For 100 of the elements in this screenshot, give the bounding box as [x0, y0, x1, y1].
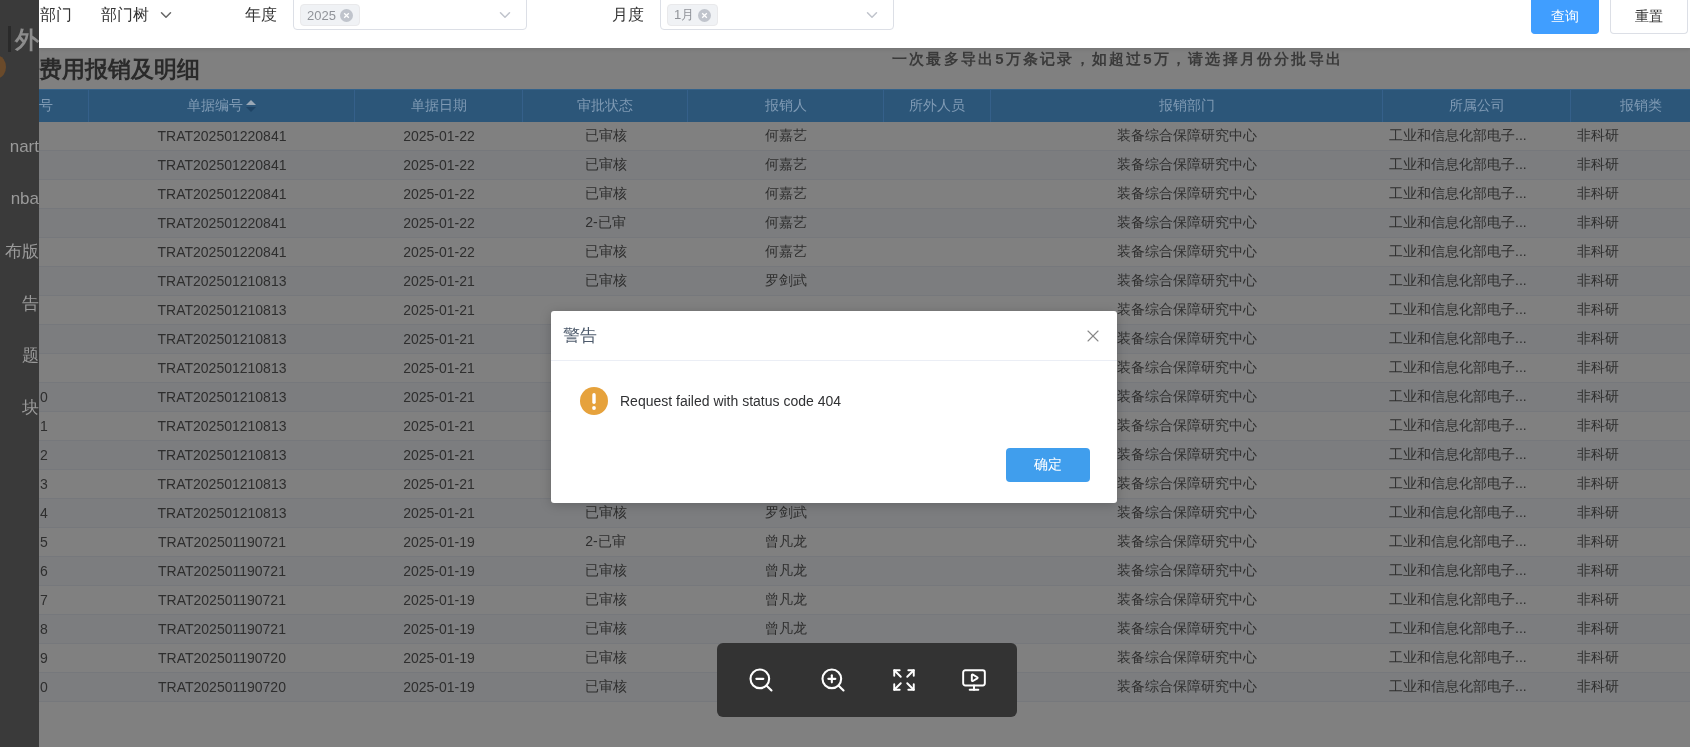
table-cell: 非科研: [1577, 301, 1619, 319]
zoom-out-icon[interactable]: [747, 666, 775, 694]
table-cell: 2025-01-22: [403, 128, 475, 144]
table-cell: 5: [40, 534, 48, 550]
table-cell: 装备综合保障研究中心: [1117, 649, 1257, 667]
table-cell: 2025-01-19: [403, 650, 475, 666]
sidebar-item[interactable]: 题: [0, 329, 39, 381]
table-cell: 非科研: [1577, 388, 1619, 406]
sidebar-item[interactable]: nart: [0, 121, 39, 173]
table-cell: 曾凡龙: [765, 562, 807, 580]
table-cell: TRAT202501220841: [157, 244, 287, 260]
table-cell: 2025-01-22: [403, 215, 475, 231]
table-cell: 非科研: [1577, 504, 1619, 522]
table-cell: 非科研: [1577, 359, 1619, 377]
table-cell: 已审核: [584, 649, 627, 667]
table-cell: 6: [40, 563, 48, 579]
table-cell: 罗剑武: [765, 504, 807, 522]
table-cell: 非科研: [1577, 243, 1619, 261]
table-cell: 2025-01-22: [403, 157, 475, 173]
table-cell: 工业和信息化部电子...: [1389, 330, 1527, 348]
table-cell: 装备综合保障研究中心: [1117, 591, 1257, 609]
table-cell: 已审核: [584, 272, 627, 290]
table-cell: 非科研: [1577, 475, 1619, 493]
table-cell: 何嘉艺: [765, 156, 807, 174]
table-cell: 装备综合保障研究中心: [1117, 620, 1257, 638]
selected-tag: 1月: [667, 4, 719, 26]
table-cell: 工业和信息化部电子...: [1389, 388, 1527, 406]
table-cell: 2-已审: [585, 214, 626, 232]
select-field[interactable]: 2025: [293, 0, 527, 30]
select-field[interactable]: 1月: [660, 0, 894, 30]
table-cell: 非科研: [1577, 330, 1619, 348]
filter-label: 月度: [612, 5, 644, 25]
table-cell: 已审核: [584, 591, 627, 609]
department-tree-select[interactable]: 部门树: [101, 0, 175, 30]
table-cell: 曾凡龙: [765, 533, 807, 551]
query-button[interactable]: 查询: [1531, 0, 1599, 34]
column-header: 审批状态: [577, 97, 633, 115]
table-cell: 装备综合保障研究中心: [1117, 388, 1257, 406]
table-cell: 工业和信息化部电子...: [1389, 649, 1527, 667]
table-cell: TRAT202501190721: [158, 621, 286, 637]
table-cell: 工业和信息化部电子...: [1389, 417, 1527, 435]
table-cell: 工业和信息化部电子...: [1389, 504, 1527, 522]
table-cell: 工业和信息化部电子...: [1389, 475, 1527, 493]
table-cell: 装备综合保障研究中心: [1117, 533, 1257, 551]
table-cell: 何嘉艺: [765, 185, 807, 203]
table-cell: 曾凡龙: [765, 591, 807, 609]
monitor-play-icon[interactable]: [961, 667, 987, 693]
table-cell: 何嘉艺: [765, 214, 807, 232]
selected-tag: 2025: [300, 4, 360, 26]
sidebar-item[interactable]: 告: [0, 277, 39, 329]
warning-icon: [580, 387, 608, 415]
table-cell: 9: [40, 650, 48, 666]
dialog-message: Request failed with status code 404: [620, 393, 842, 409]
fullscreen-icon[interactable]: [891, 667, 917, 693]
table-cell: TRAT202501210813: [157, 447, 287, 463]
export-note: 一次最多导出5万条记录，如超过5万，请选择月份分批导出: [892, 50, 1344, 69]
table-cell: 2025-01-21: [403, 447, 475, 463]
table-cell: 2025-01-19: [403, 592, 475, 608]
table-cell: 工业和信息化部电子...: [1389, 591, 1527, 609]
table-cell: 装备综合保障研究中心: [1117, 330, 1257, 348]
table-cell: TRAT202501210813: [157, 302, 287, 318]
table-cell: 非科研: [1577, 127, 1619, 145]
table-cell: TRAT202501190721: [158, 534, 286, 550]
sidebar-item[interactable]: nba: [0, 173, 39, 225]
table-cell: 装备综合保障研究中心: [1117, 243, 1257, 261]
table-cell: TRAT202501210813: [157, 418, 287, 434]
table-cell: 已审核: [584, 156, 627, 174]
table-cell: 装备综合保障研究中心: [1117, 127, 1257, 145]
table-cell: 非科研: [1577, 156, 1619, 174]
dialog-title: 警告: [563, 325, 597, 347]
table-cell: TRAT202501220841: [157, 186, 287, 202]
table-cell: 2025-01-22: [403, 186, 475, 202]
table-cell: TRAT202501220841: [157, 157, 287, 173]
sort-icon[interactable]: [244, 98, 257, 114]
filter-label: 部门: [40, 5, 72, 25]
zoom-in-icon[interactable]: [819, 666, 847, 694]
table-cell: 装备综合保障研究中心: [1117, 359, 1257, 377]
table-cell: 已审核: [584, 620, 627, 638]
column-header: 所外人员: [909, 97, 965, 115]
reset-button[interactable]: 重置: [1610, 0, 1688, 34]
table-cell: 2025-01-19: [403, 534, 475, 550]
table-cell: 装备综合保障研究中心: [1117, 301, 1257, 319]
table-cell: 已审核: [584, 562, 627, 580]
table-cell: 4: [40, 505, 48, 521]
sidebar-item[interactable]: 布版: [0, 225, 39, 277]
table-cell: 3: [40, 476, 48, 492]
table-cell: 2025-01-21: [403, 331, 475, 347]
table-cell: 何嘉艺: [765, 243, 807, 261]
column-header: 号: [39, 97, 53, 115]
table-cell: 1: [40, 418, 48, 434]
sidebar-item[interactable]: 块: [0, 381, 39, 433]
table-cell: 非科研: [1577, 214, 1619, 232]
table-cell: TRAT202501210813: [157, 389, 287, 405]
table-cell: 工业和信息化部电子...: [1389, 678, 1527, 696]
table-cell: 非科研: [1577, 678, 1619, 696]
confirm-button[interactable]: 确定: [1006, 448, 1090, 482]
table-cell: 曾凡龙: [765, 620, 807, 638]
table-cell: 工业和信息化部电子...: [1389, 359, 1527, 377]
table-cell: 2025-01-22: [403, 244, 475, 260]
column-header[interactable]: 单据编号: [186, 97, 243, 115]
